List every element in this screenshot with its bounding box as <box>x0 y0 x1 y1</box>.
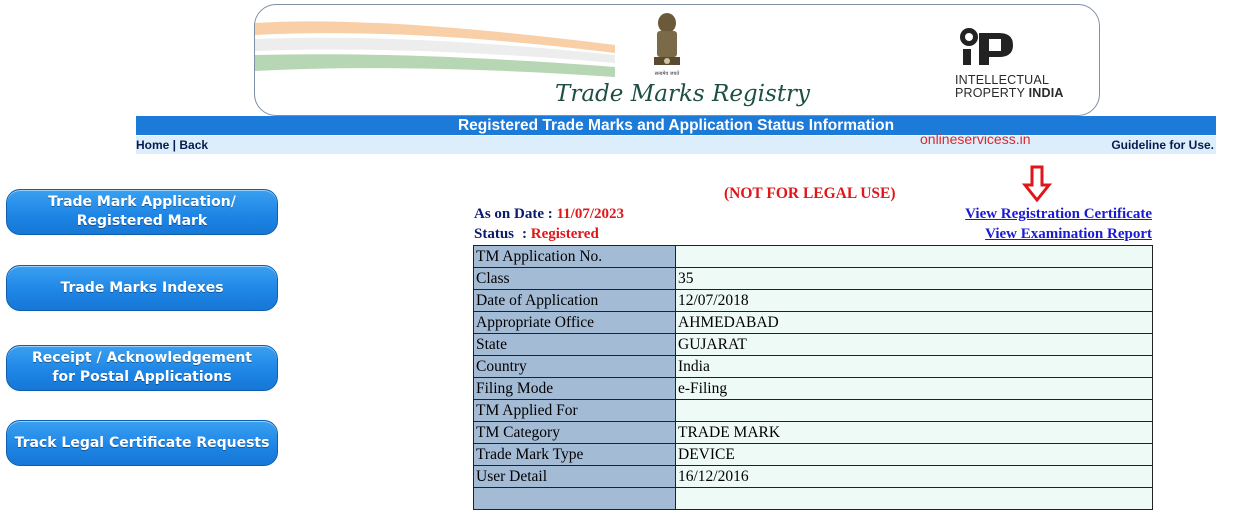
trade-mark-application-button[interactable]: Trade Mark Application/ Registered Mark <box>6 189 278 235</box>
guideline-link[interactable]: Guideline for Use. <box>1111 138 1214 152</box>
detail-value: DEVICE <box>675 443 1153 466</box>
ip-text-prefix: PROPERTY <box>955 86 1029 100</box>
status-separator: : <box>522 226 531 242</box>
button-line1: Track Legal Certificate Requests <box>14 434 270 451</box>
button-text: Trade Mark Application/ Registered Mark <box>48 193 236 231</box>
button-line1: Trade Mark Application/ <box>48 194 236 210</box>
button-text: Track Legal Certificate Requests <box>15 434 270 453</box>
nav-bar: Home | Back Guideline for Use. <box>136 136 1216 154</box>
detail-label: Date of Application <box>473 289 676 312</box>
home-link[interactable]: Home <box>136 138 169 152</box>
detail-value: 35 <box>675 267 1153 290</box>
detail-label: State <box>473 333 676 356</box>
table-row: Country India <box>473 355 1153 378</box>
table-row: Class 35 <box>473 267 1153 290</box>
as-on-label: As on Date : <box>474 206 557 222</box>
flag-decoration <box>255 21 615 77</box>
state-emblem-icon <box>654 13 680 65</box>
detail-value: TRADE MARK <box>675 421 1153 444</box>
trade-marks-indexes-button[interactable]: Trade Marks Indexes <box>6 265 278 311</box>
receipt-acknowledgement-button[interactable]: Receipt / Acknowledgement for Postal App… <box>6 345 278 391</box>
as-on-date: As on Date : 11/07/2023 <box>474 206 624 223</box>
ip-india-text: INTELLECTUAL PROPERTY INDIA <box>955 74 1064 100</box>
table-row: User Detail 16/12/2016 <box>473 465 1153 488</box>
arrow-down-icon <box>1022 165 1052 203</box>
table-row: Trade Mark Type DEVICE <box>473 443 1153 466</box>
button-line1: Trade Marks Indexes <box>60 279 224 296</box>
detail-label: TM Applied For <box>473 399 676 422</box>
detail-value: e-Filing <box>675 377 1153 400</box>
detail-value: 12/07/2018 <box>675 289 1153 312</box>
table-row: TM Category TRADE MARK <box>473 421 1153 444</box>
ip-text-line2: PROPERTY INDIA <box>955 87 1064 100</box>
detail-label: Appropriate Office <box>473 311 676 334</box>
watermark-text: onlineservicess.in <box>920 131 1031 147</box>
button-line2: Registered Mark <box>76 213 208 229</box>
header-banner: सत्यमेव जयते Trade Marks Registry INTELL… <box>254 4 1100 116</box>
detail-label: Country <box>473 355 676 378</box>
nav-links: Home | Back <box>136 138 208 152</box>
detail-value: AHMEDABAD <box>675 311 1153 334</box>
detail-label: TM Application No. <box>473 245 676 268</box>
application-details-table: TM Application No. Class 35 Date of Applica… <box>473 245 1153 510</box>
not-for-legal-use-note: (NOT FOR LEGAL USE) <box>724 185 896 202</box>
detail-label: TM Category <box>473 421 676 444</box>
button-line1: Receipt / Acknowledgement <box>32 350 252 366</box>
detail-label: Filing Mode <box>473 377 676 400</box>
registry-title: Trade Marks Registry <box>555 81 811 107</box>
table-row: Filing Mode e-Filing <box>473 377 1153 400</box>
view-examination-report-link[interactable]: View Examination Report <box>985 226 1152 243</box>
table-row: TM Applied For <box>473 399 1153 422</box>
page-title-bar: Registered Trade Marks and Application S… <box>136 116 1216 135</box>
view-registration-certificate-link[interactable]: View Registration Certificate <box>965 206 1152 223</box>
button-text: Trade Marks Indexes <box>60 279 223 298</box>
detail-label: Trade Mark Type <box>473 443 676 466</box>
emblem-caption: सत्यमेव जयते <box>654 71 680 77</box>
table-row: Appropriate Office AHMEDABAD <box>473 311 1153 334</box>
ip-india-logo-icon <box>960 28 1013 65</box>
nav-separator: | <box>169 138 180 152</box>
status-line: Status: Registered <box>474 226 599 243</box>
back-link[interactable]: Back <box>179 138 208 152</box>
table-row: State GUJARAT <box>473 333 1153 356</box>
detail-label: Class <box>473 267 676 290</box>
detail-label: User Detail <box>473 465 676 488</box>
table-row: Date of Application 12/07/2018 <box>473 289 1153 312</box>
status-value: Registered <box>530 226 599 242</box>
table-row: TM Application No. <box>473 245 1153 268</box>
detail-value: 16/12/2016 <box>675 465 1153 488</box>
detail-value: India <box>675 355 1153 378</box>
nav-right: Guideline for Use. <box>1111 138 1214 152</box>
detail-value <box>675 245 1153 268</box>
ip-text-bold: INDIA <box>1028 86 1064 100</box>
track-legal-certificate-button[interactable]: Track Legal Certificate Requests <box>6 420 278 466</box>
button-text: Receipt / Acknowledgement for Postal App… <box>32 349 252 387</box>
status-label: Status <box>474 226 515 242</box>
detail-value <box>675 399 1153 422</box>
detail-value: GUJARAT <box>675 333 1153 356</box>
button-line2: for Postal Applications <box>52 369 232 385</box>
as-on-value: 11/07/2023 <box>556 206 625 222</box>
